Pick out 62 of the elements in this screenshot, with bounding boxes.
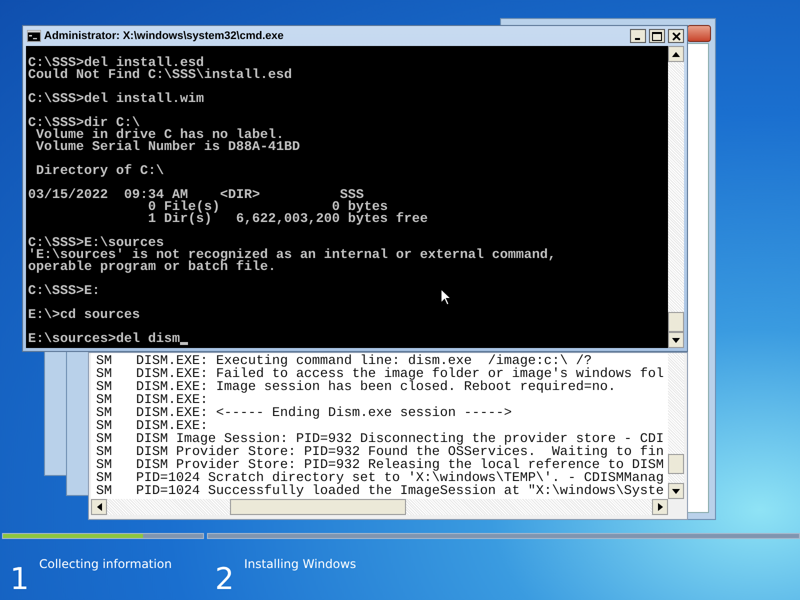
step-label: Collecting information (39, 557, 172, 571)
console-line: C:\SSS>del install.wim (28, 94, 204, 106)
log-prefix: SM (96, 446, 113, 459)
console-line: 1 Dir(s) 6,622,003,200 bytes free (146, 214, 428, 226)
scroll-thumb[interactable] (668, 454, 684, 474)
scroll-thumb[interactable] (230, 499, 406, 515)
up-arrow-icon (671, 50, 681, 58)
log-prefix: SM (96, 381, 113, 394)
scroll-down-button[interactable] (668, 483, 684, 499)
console-line: Directory of C:\ (34, 166, 164, 178)
vertical-scrollbar[interactable] (668, 46, 684, 348)
window-title: Administrator: X:\windows\system32\cmd.exe (44, 30, 285, 42)
log-prefix: SM (96, 407, 113, 420)
step-label: Installing Windows (244, 557, 356, 571)
log-prefix: SM (96, 420, 113, 433)
console-app-icon (27, 30, 41, 42)
log-prefix: SM (96, 485, 113, 498)
close-icon (672, 32, 680, 40)
log-line: PID=1024 Successfully loaded the ImageSession at "X:\windows\Syste (136, 485, 664, 498)
log-prefix: SM (96, 394, 113, 407)
log-line: DISM.EXE: Failed to access the image folder or image's windows fol (136, 368, 664, 381)
scroll-up-button[interactable] (668, 46, 684, 62)
step-number: 2 (215, 565, 234, 595)
console-line: E:\sources>del dism (28, 334, 188, 346)
log-prefix: SM (96, 472, 113, 485)
vertical-scrollbar[interactable] (668, 353, 684, 499)
down-arrow-icon (671, 336, 681, 344)
log-line: DISM Provider Store: PID=932 Releasing the local reference to DISM (136, 459, 664, 472)
log-prefix: SM (96, 368, 113, 381)
step-number: 1 (10, 565, 30, 595)
console-line: E:\>cd sources (28, 310, 140, 322)
scroll-thumb[interactable] (668, 312, 684, 332)
down-arrow-icon (671, 488, 681, 494)
log-line: DISM Provider Store: PID=932 Found the OSServices. Waiting to fin (136, 446, 664, 459)
right-arrow-icon (656, 502, 664, 512)
text-cursor (180, 342, 188, 345)
log-line: DISM.EXE: <----- Ending Dism.exe session -----> (136, 407, 512, 420)
scroll-left-button[interactable] (91, 499, 107, 515)
log-prefix: SM (96, 433, 113, 446)
left-arrow-icon (96, 502, 102, 512)
log-prefix: SM (96, 355, 113, 368)
minimize-button[interactable] (630, 29, 646, 43)
console-line: Could Not Find C:\SSS\install.esd (28, 70, 292, 82)
console-line: Volume Serial Number is D88A-41BD (34, 142, 300, 154)
resize-grip[interactable] (668, 499, 684, 515)
mouse-pointer-icon (440, 288, 452, 306)
console-line: 0 File(s) 0 bytes (146, 202, 388, 214)
maximize-icon (652, 32, 662, 40)
scroll-right-button[interactable] (652, 499, 668, 515)
log-line: DISM.EXE: Image session has been closed. Reboot required=no. (136, 381, 616, 394)
log-line: DISM.EXE: (136, 394, 208, 407)
log-line: DISM.EXE: (136, 420, 208, 433)
scroll-down-button[interactable] (668, 332, 684, 348)
log-line: DISM Image Session: PID=932 Disconnecting the provider store - CDI (136, 433, 664, 446)
maximize-button[interactable] (649, 29, 665, 43)
log-line: PID=1024 Scratch directory set to 'X:\windows\TEMP\'. - CDISMManag (136, 472, 664, 485)
close-button[interactable] (668, 29, 684, 43)
console-line: C:\SSS>E: (28, 286, 100, 298)
log-prefix: SM (96, 459, 113, 472)
log-line: DISM.EXE: Executing command line: dism.exe /image:c:\ /? (136, 355, 592, 368)
console-line: operable program or batch file. (28, 262, 276, 274)
horizontal-scrollbar[interactable] (91, 499, 684, 515)
